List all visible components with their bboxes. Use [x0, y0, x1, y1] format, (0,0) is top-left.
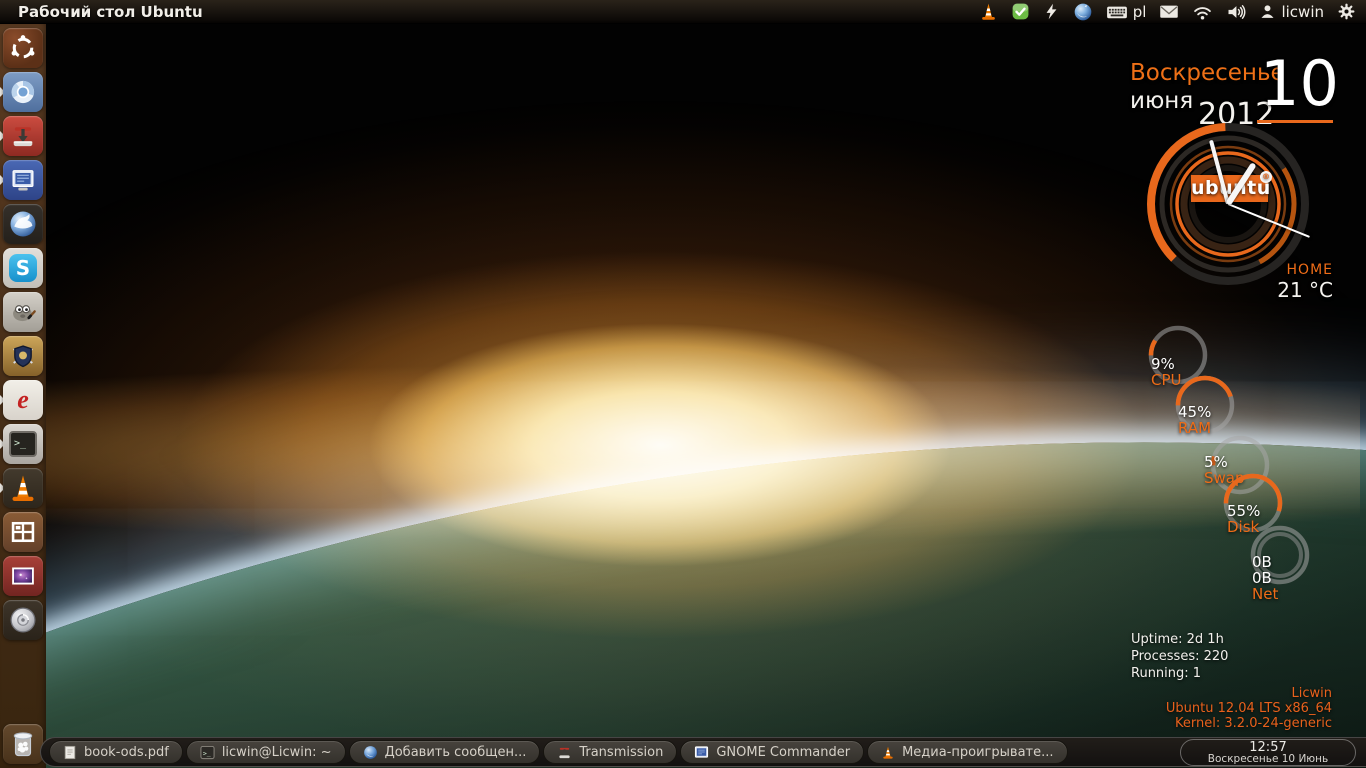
launcher-item-vlc[interactable] — [0, 468, 46, 508]
launcher-item-gnome-commander[interactable] — [0, 160, 46, 200]
gnome-commander-icon — [12, 170, 34, 191]
chromium-browser-icon — [11, 80, 35, 104]
launcher-item-dash[interactable] — [0, 28, 46, 68]
browser-globe-icon[interactable] — [1073, 0, 1093, 24]
task-window-media-player[interactable]: Медиа-проигрывате... — [867, 740, 1068, 764]
wifi-icon[interactable] — [1192, 0, 1213, 24]
keyboard-layout-icon[interactable]: pl — [1106, 0, 1147, 24]
transmission-icon — [13, 127, 33, 147]
vlc-icon — [12, 475, 34, 501]
launcher-item-wallpaper[interactable] — [0, 556, 46, 596]
vlc-icon — [883, 746, 893, 759]
wallpaper-icon — [12, 567, 34, 585]
document-icon — [64, 745, 76, 759]
shield-check-icon[interactable] — [1011, 0, 1030, 24]
task-window-messages[interactable]: Добавить сообщен... — [348, 740, 541, 764]
shield-antivirus-icon — [13, 345, 33, 368]
system-tray: pl licwin — [979, 0, 1366, 24]
taskbar-time: 12:57 — [1249, 739, 1287, 755]
sun-glow — [0, 65, 1360, 768]
task-window-transmission[interactable]: Transmission — [543, 740, 678, 764]
launcher-item-terminal[interactable]: >_ — [0, 424, 46, 464]
launcher-item-wolf-browser[interactable] — [0, 204, 46, 244]
desktop[interactable]: Рабочий стол Ubuntu pl licwin S e >_ Вос… — [0, 0, 1366, 768]
ebook-reader-icon: e — [17, 385, 29, 414]
task-window-terminal[interactable]: >_ licwin@Licwin: ~ — [185, 740, 346, 764]
globe-icon — [363, 745, 377, 759]
ubuntu-dash-icon — [11, 35, 35, 59]
skype-icon: S — [9, 254, 37, 282]
launcher: S e >_ — [0, 24, 46, 768]
volume-icon[interactable] — [1226, 0, 1246, 24]
hard-disk-icon — [10, 607, 36, 633]
taskbar-clock[interactable]: 12:57 Воскресенье 10 Июнь — [1180, 738, 1356, 766]
launcher-item-hard-disk[interactable] — [0, 600, 46, 640]
svg-text:>_: >_ — [203, 749, 211, 757]
mail-icon[interactable] — [1159, 0, 1179, 24]
launcher-item-gimp[interactable] — [0, 292, 46, 332]
launcher-item-skype[interactable]: S — [0, 248, 46, 288]
task-window-pdf[interactable]: book-ods.pdf — [49, 740, 183, 764]
active-window-title: Рабочий стол Ubuntu — [18, 2, 203, 21]
launcher-item-ebook[interactable]: e — [0, 380, 46, 420]
terminal-icon: >_ — [9, 431, 37, 457]
wallpaper — [0, 0, 1366, 768]
terminal-icon: >_ — [200, 745, 215, 759]
launcher-item-shield[interactable] — [0, 336, 46, 376]
file-manager-icon — [695, 745, 709, 758]
taskbar: book-ods.pdf >_ licwin@Licwin: ~ Добавит… — [40, 737, 1366, 767]
launcher-item-transmission[interactable] — [0, 116, 46, 156]
vlc-tray-icon[interactable] — [979, 0, 998, 24]
power-bolt-icon[interactable] — [1043, 0, 1060, 24]
keyboard-layout-label: pl — [1132, 2, 1147, 21]
workspace-switcher-icon — [11, 521, 35, 543]
gimp-icon — [13, 305, 36, 322]
launcher-item-workspaces[interactable] — [0, 512, 46, 552]
trash-icon — [13, 732, 33, 757]
wolf-browser-icon — [10, 211, 36, 237]
user-session-label: licwin — [1281, 2, 1324, 21]
user-session-icon[interactable]: licwin — [1259, 0, 1324, 24]
launcher-item-trash[interactable] — [0, 724, 46, 764]
launcher-item-chromium[interactable] — [0, 72, 46, 112]
download-icon — [559, 747, 570, 758]
top-panel: Рабочий стол Ubuntu pl licwin — [0, 0, 1366, 24]
task-window-commander[interactable]: GNOME Commander — [680, 740, 865, 764]
gear-icon[interactable] — [1337, 0, 1356, 24]
taskbar-date: Воскресенье 10 Июнь — [1207, 752, 1329, 765]
